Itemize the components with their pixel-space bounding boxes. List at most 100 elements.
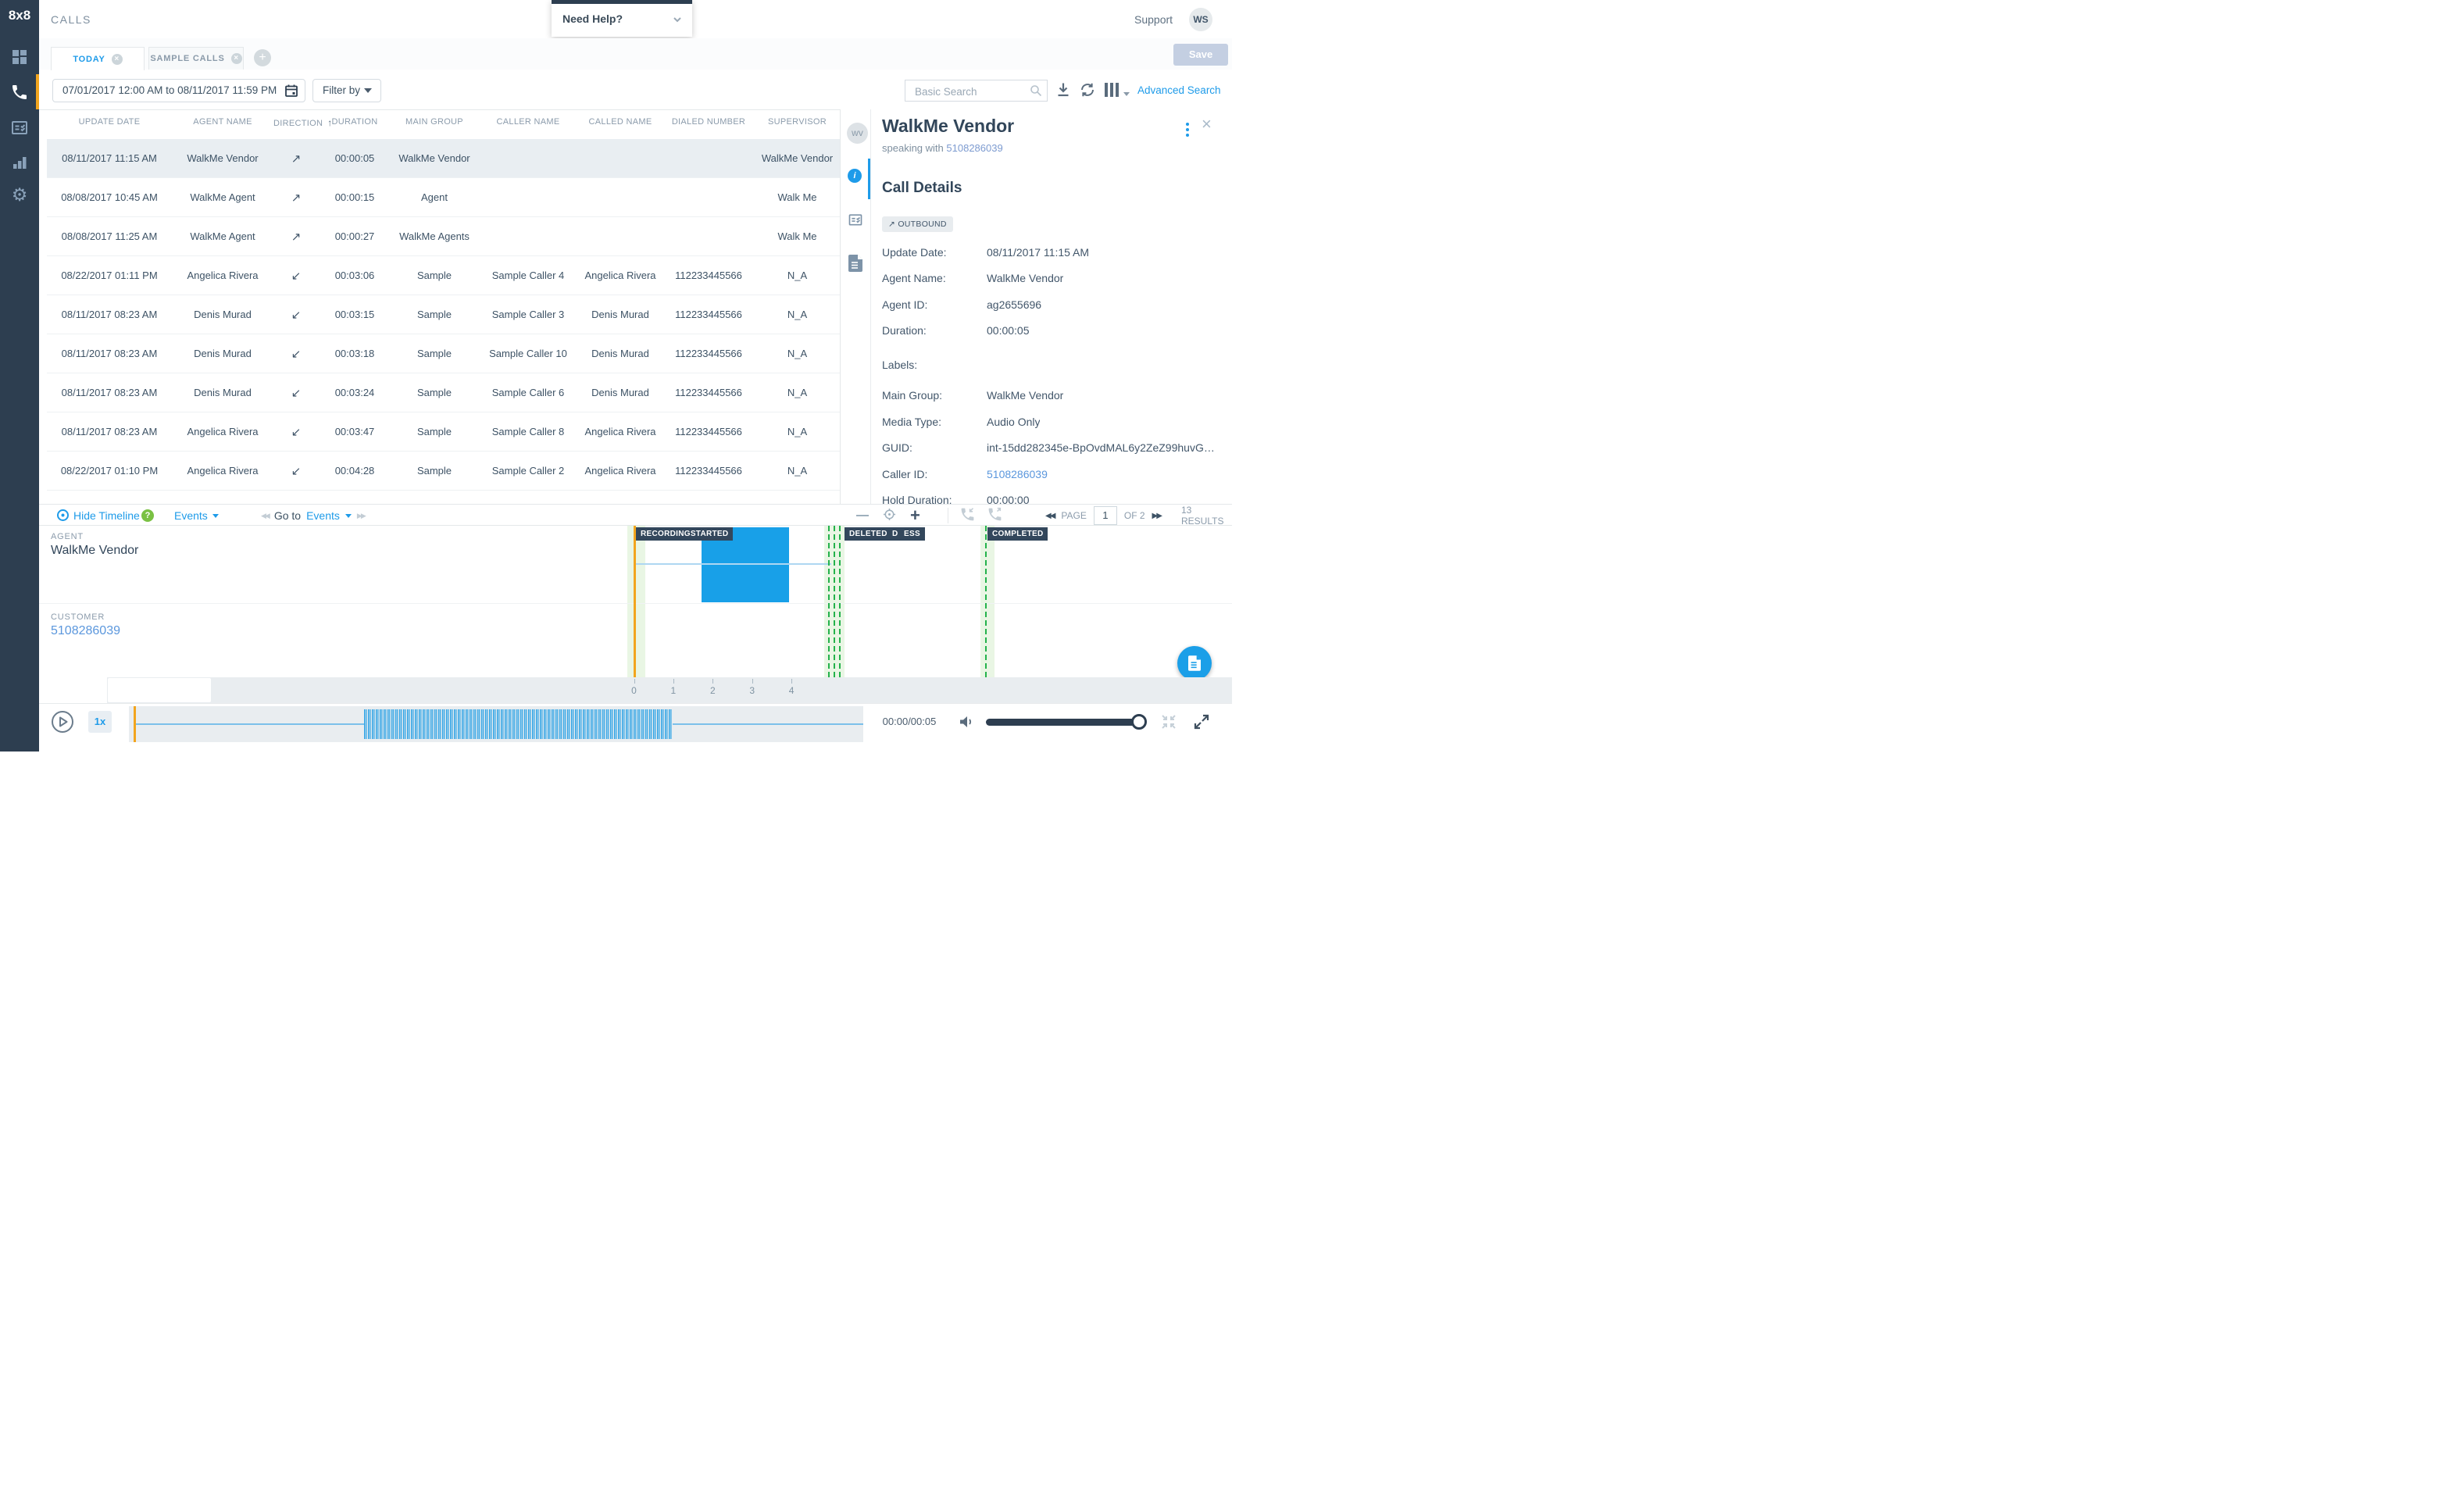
close-icon[interactable]: × bbox=[1202, 116, 1212, 133]
chevron-down-icon[interactable] bbox=[345, 514, 352, 518]
prev-page-button[interactable]: ◀◀ bbox=[1045, 512, 1054, 520]
event-label-completed[interactable]: COMPLETED bbox=[987, 527, 1048, 541]
cell-dialed-number: 112233445566 bbox=[662, 309, 755, 320]
table-row[interactable]: 08/11/2017 08:23 AMAngelica Rivera↙00:03… bbox=[47, 412, 840, 452]
detail-field-row: GUID:int-15dd282345e-BpOvdMAL6y2ZeZ99huv… bbox=[882, 435, 1226, 462]
event-highlight-band bbox=[627, 526, 645, 677]
detail-field-value: ag2655696 bbox=[987, 298, 1041, 311]
col-supervisor[interactable]: SUPERVISOR bbox=[755, 117, 840, 128]
detail-field-row: Main Group:WalkMe Vendor bbox=[882, 383, 1226, 409]
table-row[interactable]: 08/11/2017 08:23 AMDenis Murad↙00:03:18S… bbox=[47, 334, 840, 373]
save-button[interactable]: Save bbox=[1173, 44, 1228, 66]
tab-sample-calls[interactable]: SAMPLE CALLS × bbox=[148, 47, 244, 70]
calendar-icon[interactable] bbox=[284, 84, 298, 98]
basic-search-field[interactable] bbox=[905, 80, 1048, 102]
cell-update-date: 08/22/2017 01:10 PM bbox=[47, 465, 172, 477]
event-label-recordingstarted[interactable]: RECORDINGSTARTED bbox=[636, 527, 733, 541]
volume-icon[interactable] bbox=[958, 713, 975, 730]
survey-nav-icon[interactable] bbox=[10, 118, 29, 137]
play-button[interactable] bbox=[51, 710, 74, 734]
direction-arrow: ↙ bbox=[273, 308, 319, 322]
user-avatar[interactable]: WS bbox=[1189, 8, 1212, 31]
tab-today[interactable]: TODAY × bbox=[51, 47, 145, 70]
tab-close-icon[interactable]: × bbox=[112, 54, 123, 65]
notes-fab-button[interactable] bbox=[1177, 646, 1212, 680]
table-row[interactable]: 08/08/2017 10:45 AMWalkMe Agent↗00:00:15… bbox=[47, 178, 840, 217]
cell-agent-name: WalkMe Agent bbox=[172, 191, 273, 203]
col-dialed-number[interactable]: DIALED NUMBER bbox=[662, 117, 755, 128]
cell-supervisor: WalkMe Vendor bbox=[755, 152, 840, 164]
need-help-popup[interactable]: Need Help? bbox=[552, 0, 692, 37]
event-label-ess[interactable]: ESS bbox=[899, 527, 925, 541]
col-duration[interactable]: DURATION bbox=[319, 117, 391, 128]
playback-speed-button[interactable]: 1x bbox=[88, 711, 112, 733]
search-input[interactable] bbox=[913, 81, 1034, 102]
prev-event-button[interactable]: ◀◀ bbox=[261, 512, 269, 520]
col-direction[interactable]: DIRECTION↑ bbox=[273, 117, 319, 128]
direction-arrow: ↙ bbox=[273, 386, 319, 400]
timeline-playhead[interactable] bbox=[634, 526, 636, 702]
download-icon[interactable] bbox=[1055, 81, 1072, 98]
table-row[interactable]: 08/08/2017 11:25 AMWalkMe Agent↗00:00:27… bbox=[47, 217, 840, 256]
transactions-tab-icon[interactable] bbox=[847, 212, 864, 227]
col-called-name[interactable]: CALLED NAME bbox=[578, 117, 662, 128]
volume-slider[interactable] bbox=[986, 719, 1139, 726]
incoming-call-icon[interactable] bbox=[959, 506, 976, 525]
collapse-player-icon[interactable] bbox=[1159, 712, 1178, 731]
cell-main-group: Sample bbox=[391, 387, 478, 398]
player-playhead[interactable] bbox=[134, 706, 136, 742]
expand-player-icon[interactable] bbox=[1192, 712, 1211, 731]
detail-field-value-link[interactable]: 5108286039 bbox=[987, 468, 1048, 480]
col-caller-name[interactable]: CALLER NAME bbox=[478, 117, 578, 128]
tab-close-icon[interactable]: × bbox=[231, 53, 242, 64]
next-event-button[interactable]: ▶▶ bbox=[357, 512, 365, 520]
cell-dialed-number: 112233445566 bbox=[662, 426, 755, 437]
help-badge[interactable]: ? bbox=[141, 509, 154, 522]
support-link[interactable]: Support bbox=[1134, 13, 1173, 26]
table-row[interactable]: 08/22/2017 01:10 PMAngelica Rivera↙00:04… bbox=[47, 452, 840, 491]
next-page-button[interactable]: ▶▶ bbox=[1152, 512, 1161, 520]
col-agent-name[interactable]: AGENT NAME bbox=[172, 117, 273, 128]
dashboard-icon[interactable] bbox=[10, 48, 29, 66]
kebab-menu-icon[interactable] bbox=[1186, 123, 1189, 139]
customer-number-link[interactable]: 5108286039 bbox=[51, 624, 120, 638]
event-label-deleted[interactable]: DELETED bbox=[845, 527, 892, 541]
caller-number-link[interactable]: 5108286039 bbox=[946, 142, 1002, 154]
agent-row-label: AGENT bbox=[51, 532, 84, 541]
detail-field-row: Labels: bbox=[882, 352, 1226, 378]
center-playhead-icon[interactable] bbox=[883, 508, 896, 523]
detail-field-label: Labels: bbox=[882, 359, 987, 371]
zoom-in-button[interactable]: + bbox=[910, 507, 920, 524]
info-tab-icon[interactable]: i bbox=[848, 169, 862, 183]
cell-caller-name: Sample Caller 4 bbox=[478, 270, 578, 281]
col-update-date[interactable]: UPDATE DATE bbox=[47, 117, 172, 128]
events-dropdown[interactable]: Events bbox=[174, 505, 219, 527]
advanced-search-link[interactable]: Advanced Search bbox=[1137, 84, 1221, 96]
add-tab-button[interactable]: + bbox=[254, 49, 271, 66]
table-row[interactable]: 08/11/2017 08:23 AMDenis Murad↙00:03:24S… bbox=[47, 373, 840, 412]
date-range-input[interactable]: 07/01/2017 12:00 AM to 08/11/2017 11:59 … bbox=[52, 79, 305, 102]
hide-timeline-button[interactable]: Hide Timeline bbox=[73, 505, 140, 527]
zoom-out-button[interactable] bbox=[856, 515, 869, 516]
cell-caller-name: Sample Caller 2 bbox=[478, 465, 578, 477]
chevron-down-icon[interactable] bbox=[673, 14, 682, 23]
goto-target-dropdown[interactable]: Events bbox=[306, 509, 340, 522]
eye-icon[interactable] bbox=[56, 509, 70, 522]
outgoing-call-icon[interactable] bbox=[987, 506, 1003, 525]
analytics-nav-icon[interactable] bbox=[10, 153, 29, 172]
columns-icon[interactable] bbox=[1105, 83, 1120, 97]
volume-slider-knob[interactable] bbox=[1131, 714, 1147, 730]
table-row[interactable]: 08/11/2017 08:23 AMDenis Murad↙00:03:15S… bbox=[47, 295, 840, 334]
refresh-icon[interactable] bbox=[1079, 81, 1096, 98]
calls-nav-icon[interactable] bbox=[10, 83, 29, 102]
settings-gear-icon[interactable]: ⚙ bbox=[10, 185, 29, 204]
detail-field-value: int-15dd282345e-BpOvdMAL6y2ZeZ99huvGZW..… bbox=[987, 441, 1221, 454]
notes-tab-icon[interactable] bbox=[848, 255, 862, 272]
page-number-input[interactable]: 1 bbox=[1094, 506, 1117, 525]
timeline-scrollbar-thumb[interactable] bbox=[108, 678, 211, 702]
table-row[interactable]: 08/22/2017 01:11 PMAngelica Rivera↙00:03… bbox=[47, 256, 840, 295]
table-row[interactable]: 08/11/2017 11:15 AMWalkMe Vendor↗00:00:0… bbox=[47, 139, 840, 178]
col-main-group[interactable]: MAIN GROUP bbox=[391, 117, 478, 128]
cell-duration: 00:00:15 bbox=[319, 191, 391, 203]
axis-tick-label: 2 bbox=[703, 685, 722, 696]
